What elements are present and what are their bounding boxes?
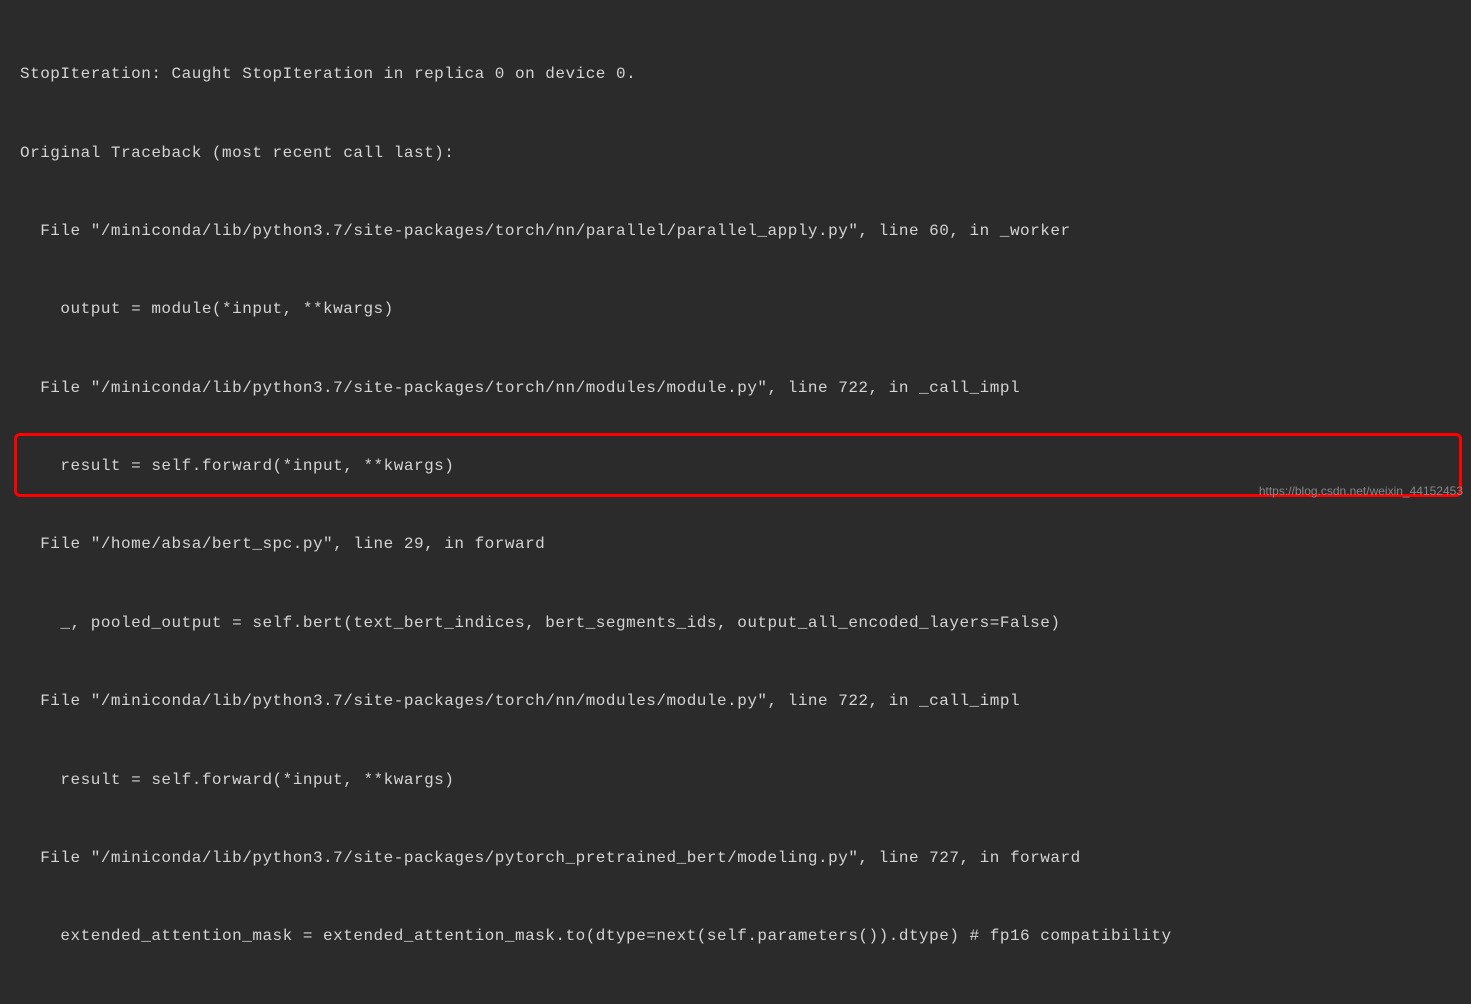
terminal-output[interactable]: StopIteration: Caught StopIteration in r… [0, 0, 1471, 1004]
traceback-line: File "/miniconda/lib/python3.7/site-pack… [20, 839, 1471, 878]
traceback-line: extended_attention_mask = extended_atten… [20, 917, 1471, 956]
traceback-line: result = self.forward(*input, **kwargs) [20, 447, 1471, 486]
traceback-line: result = self.forward(*input, **kwargs) [20, 761, 1471, 800]
watermark-text: https://blog.csdn.net/weixin_44152453 [1259, 484, 1463, 498]
traceback-line: File "/miniconda/lib/python3.7/site-pack… [20, 682, 1471, 721]
traceback-line: _, pooled_output = self.bert(text_bert_i… [20, 604, 1471, 643]
traceback-line: File "/miniconda/lib/python3.7/site-pack… [20, 369, 1471, 408]
traceback-line: output = module(*input, **kwargs) [20, 290, 1471, 329]
traceback-line: Original Traceback (most recent call las… [20, 134, 1471, 173]
traceback-line: StopIteration [20, 996, 1471, 1004]
traceback-line: File "/home/absa/bert_spc.py", line 29, … [20, 525, 1471, 564]
traceback-line: File "/miniconda/lib/python3.7/site-pack… [20, 212, 1471, 251]
traceback-line: StopIteration: Caught StopIteration in r… [20, 55, 1471, 94]
